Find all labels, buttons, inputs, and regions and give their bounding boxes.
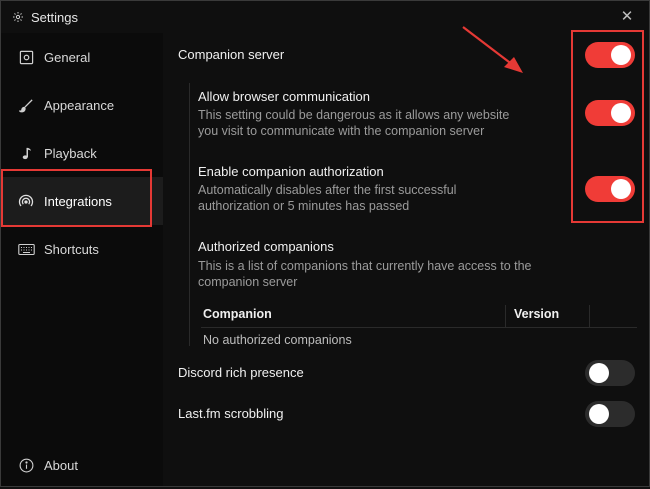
companion-server-toggle[interactable]: [585, 42, 635, 68]
companion-auth-description-line-2: authorization or 5 minutes has passed: [198, 199, 410, 213]
companions-table-header: Companion Version: [201, 305, 637, 328]
info-icon: [17, 456, 35, 474]
companion-auth-toggle[interactable]: [585, 176, 635, 202]
title-bar: Settings ✕: [1, 1, 649, 33]
lastfm-scrobbling-label: Last.fm scrobbling: [178, 406, 284, 421]
toggle-knob: [611, 103, 631, 123]
gear-icon: [11, 10, 25, 24]
sidebar-item-shortcuts[interactable]: Shortcuts: [1, 225, 163, 273]
close-button[interactable]: ✕: [619, 9, 635, 25]
sidebar-item-label: Appearance: [44, 97, 115, 113]
sidebar-item-label: General: [44, 49, 91, 65]
column-header-version: Version: [514, 307, 560, 321]
companions-empty-message: No authorized companions: [203, 333, 352, 347]
toggle-knob: [611, 45, 631, 65]
toggle-knob: [589, 363, 609, 383]
allow-browser-toggle[interactable]: [585, 100, 635, 126]
sidebar: General Appearance Playback Integrations…: [1, 33, 163, 486]
allow-browser-description-line-2: you visit to communicate with the compan…: [198, 124, 485, 138]
keyboard-icon: [17, 240, 35, 258]
window-title: Settings: [31, 9, 78, 25]
column-separator: [505, 305, 506, 327]
column-header-companion: Companion: [203, 307, 272, 321]
discord-presence-toggle[interactable]: [585, 360, 635, 386]
sidebar-item-label: Integrations: [44, 193, 112, 209]
sidebar-item-about[interactable]: About: [1, 441, 163, 489]
toggle-knob: [589, 404, 609, 424]
lastfm-scrobbling-toggle[interactable]: [585, 401, 635, 427]
sidebar-item-label: Shortcuts: [44, 241, 99, 257]
authorized-companions-label: Authorized companions: [198, 239, 334, 254]
sidebar-item-appearance[interactable]: Appearance: [1, 81, 163, 129]
sidebar-item-integrations[interactable]: Integrations: [1, 177, 163, 225]
companion-auth-label: Enable companion authorization: [198, 164, 384, 179]
sub-settings-divider: [189, 83, 190, 346]
authorized-companions-description-line-1: This is a list of companions that curren…: [198, 259, 532, 273]
general-icon: [17, 48, 35, 66]
allow-browser-label: Allow browser communication: [198, 89, 370, 104]
sidebar-item-label: Playback: [44, 145, 97, 161]
brush-icon: [17, 96, 35, 114]
authorized-companions-description-line-2: companion server: [198, 275, 298, 289]
integrations-icon: [17, 192, 35, 210]
settings-window: Settings ✕ General Appearance Playback I…: [0, 0, 650, 487]
toggle-knob: [611, 179, 631, 199]
allow-browser-description-line-1: This setting could be dangerous as it al…: [198, 108, 510, 122]
sidebar-item-general[interactable]: General: [1, 33, 163, 81]
column-separator: [589, 305, 590, 327]
companion-server-label: Companion server: [178, 47, 285, 62]
sidebar-item-label: About: [44, 457, 78, 473]
music-note-icon: [17, 144, 35, 162]
companion-auth-description-line-1: Automatically disables after the first s…: [198, 183, 457, 197]
settings-content: Companion server Allow browser communica…: [163, 33, 649, 486]
sidebar-item-playback[interactable]: Playback: [1, 129, 163, 177]
discord-presence-label: Discord rich presence: [178, 365, 304, 380]
